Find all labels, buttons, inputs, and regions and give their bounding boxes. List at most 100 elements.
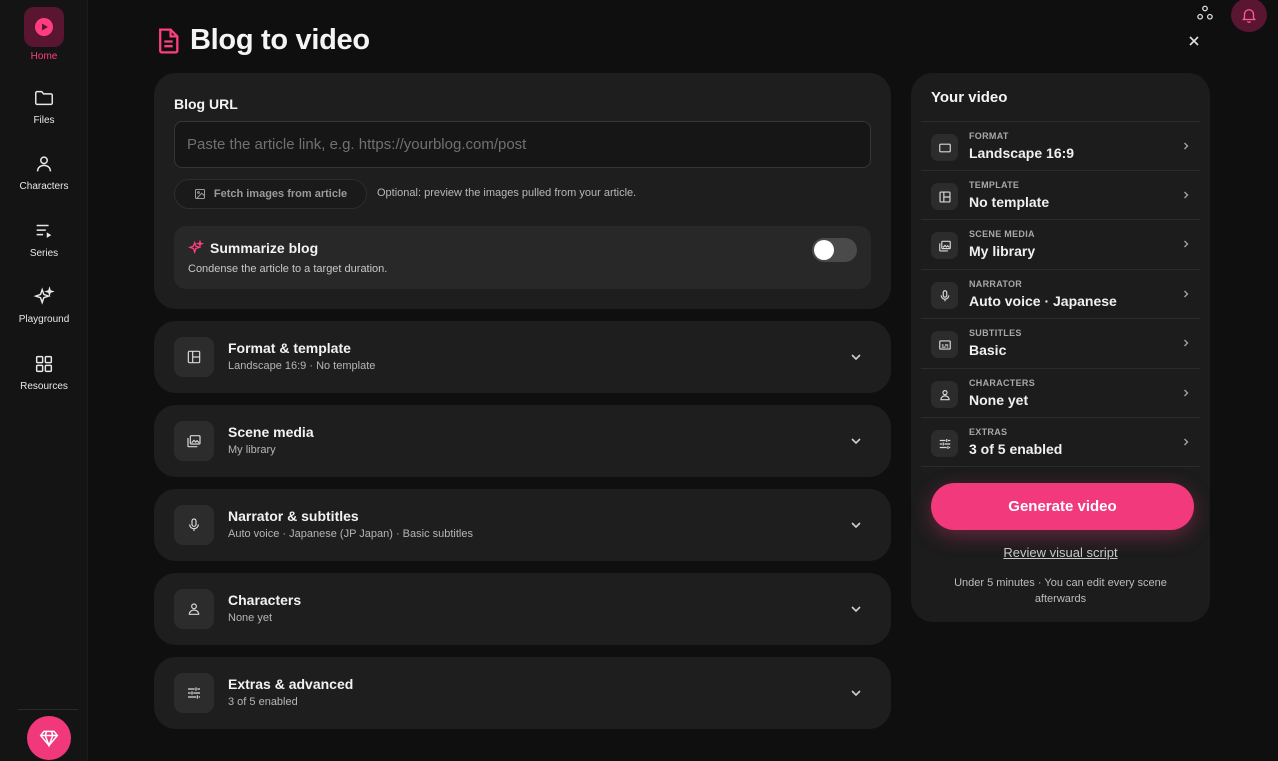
summary-row-label: CHARACTERS [969, 378, 1035, 388]
sidebar: Home Files Characters Series Playground [0, 0, 88, 761]
summary-row-characters[interactable]: CHARACTERS None yet [921, 368, 1200, 417]
fetch-images-hint: Optional: preview the images pulled from… [377, 187, 637, 199]
summary-row-format[interactable]: FORMAT Landscape 16:9 [921, 121, 1200, 170]
toggle-knob [814, 240, 834, 260]
upgrade-button[interactable] [27, 716, 71, 760]
summary-row-value: Basic [969, 342, 1007, 358]
section-subtitle: None yet [228, 612, 273, 624]
person-icon [36, 156, 52, 172]
diamond-icon [39, 730, 59, 748]
notifications-button[interactable] [1231, 0, 1267, 32]
summary-row-value: No template [969, 194, 1050, 210]
fetch-images-button[interactable]: Fetch images from article [174, 179, 367, 209]
blog-url-input[interactable] [174, 121, 871, 168]
sidebar-item-characters[interactable]: Characters [0, 153, 88, 192]
section-title: Format & template [228, 340, 351, 356]
chevron-right-icon [1184, 438, 1189, 446]
summary-row-value: 3 of 5 enabled [969, 441, 1063, 457]
close-button[interactable] [1185, 32, 1203, 50]
section-subtitle: My library [228, 444, 276, 456]
section-extras-advanced[interactable]: Extras & advanced 3 of 5 enabled [154, 657, 891, 729]
page-header: Blog to video [157, 24, 370, 57]
section-scene-media[interactable]: Scene media My library [154, 405, 891, 477]
summarize-description: Condense the article to a target duratio… [188, 263, 388, 275]
chevron-down-icon [851, 438, 861, 445]
summary-row-value: Auto voice · Japanese [969, 293, 1117, 309]
summary-row-subtitles[interactable]: SUBTITLES Basic [921, 318, 1200, 367]
document-icon [159, 27, 179, 54]
summary-title: Your video [931, 89, 1008, 106]
person-icon [174, 589, 214, 629]
page-title: Blog to video [190, 24, 370, 56]
playlist-icon [36, 224, 52, 238]
sidebar-item-home[interactable]: Home [0, 7, 88, 62]
section-title: Characters [228, 592, 302, 608]
summary-row-label: SUBTITLES [969, 328, 1022, 338]
chevron-right-icon [1184, 191, 1189, 199]
blog-url-label: Blog URL [174, 96, 238, 112]
chevron-down-icon [851, 606, 861, 613]
app-logo-icon [24, 7, 64, 47]
sidebar-item-label: Resources [20, 381, 68, 392]
summary-row-value: My library [969, 243, 1036, 259]
summary-row-label: NARRATOR [969, 279, 1023, 289]
media-library-icon [931, 232, 958, 259]
summary-row-template[interactable]: TEMPLATE No template [921, 170, 1200, 219]
close-icon [1189, 36, 1199, 46]
sparkle-icon [33, 286, 55, 305]
subtitles-icon [931, 331, 958, 358]
sliders-icon [174, 673, 214, 713]
section-format-template[interactable]: Format & template Landscape 16:9 · No te… [154, 321, 891, 393]
folder-icon [35, 90, 53, 106]
video-summary-panel: Your video FORMAT Landscape 16:9 TEMPLAT… [911, 73, 1210, 622]
section-title: Extras & advanced [228, 676, 354, 692]
community-icon[interactable] [1196, 4, 1214, 22]
microphone-icon [174, 505, 214, 545]
sidebar-divider [18, 709, 78, 710]
section-narrator-subtitles[interactable]: Narrator & subtitles Auto voice · Japane… [154, 489, 891, 561]
sidebar-item-label: Characters [19, 181, 69, 192]
chevron-down-icon [851, 522, 861, 529]
section-subtitle: 3 of 5 enabled [228, 696, 298, 708]
summary-row-value: None yet [969, 392, 1029, 408]
chevron-down-icon [851, 354, 861, 361]
summary-row-extras[interactable]: EXTRAS 3 of 5 enabled [921, 417, 1200, 466]
layout-icon [931, 183, 958, 210]
sidebar-item-label: Home [30, 51, 58, 62]
fetch-images-label: Fetch images from article [213, 188, 348, 200]
generate-video-button[interactable]: Generate video [931, 483, 1194, 530]
summary-row-narrator[interactable]: NARRATOR Auto voice · Japanese [921, 269, 1200, 318]
sidebar-item-label: Playground [18, 314, 70, 325]
sidebar-item-resources[interactable]: Resources [0, 353, 88, 392]
chevron-right-icon [1184, 240, 1189, 248]
sliders-icon [931, 430, 958, 457]
section-subtitle: Landscape 16:9 · No template [228, 360, 376, 372]
summary-divider [921, 466, 1200, 467]
chevron-right-icon [1184, 389, 1189, 397]
summary-row-scene-media[interactable]: SCENE MEDIA My library [921, 219, 1200, 268]
summarize-title: Summarize blog [210, 240, 319, 256]
chevron-right-icon [1184, 142, 1189, 150]
section-characters[interactable]: Characters None yet [154, 573, 891, 645]
microphone-icon [931, 282, 958, 309]
summary-row-label: SCENE MEDIA [969, 229, 1035, 239]
chevron-right-icon [1184, 339, 1189, 347]
summarize-toggle[interactable] [812, 238, 857, 262]
bell-icon [1242, 9, 1256, 23]
person-icon [931, 381, 958, 408]
sidebar-item-label: Series [29, 248, 59, 259]
layout-icon [174, 337, 214, 377]
sidebar-item-files[interactable]: Files [0, 87, 88, 126]
section-title: Narrator & subtitles [228, 508, 359, 524]
blog-url-card: Blog URL Fetch images from article Optio… [154, 73, 891, 309]
chevron-down-icon [851, 690, 861, 697]
section-subtitle: Auto voice · Japanese (JP Japan) · Basic… [228, 528, 473, 540]
rectangle-icon [931, 134, 958, 161]
image-icon [194, 189, 205, 199]
summarize-panel: Summarize blog Condense the article to a… [174, 226, 871, 289]
sidebar-item-label: Files [33, 115, 55, 126]
sidebar-item-series[interactable]: Series [0, 220, 88, 259]
grid-icon [35, 355, 53, 373]
sidebar-item-playground[interactable]: Playground [0, 286, 88, 325]
review-visual-script-link[interactable]: Review visual script [911, 545, 1210, 560]
